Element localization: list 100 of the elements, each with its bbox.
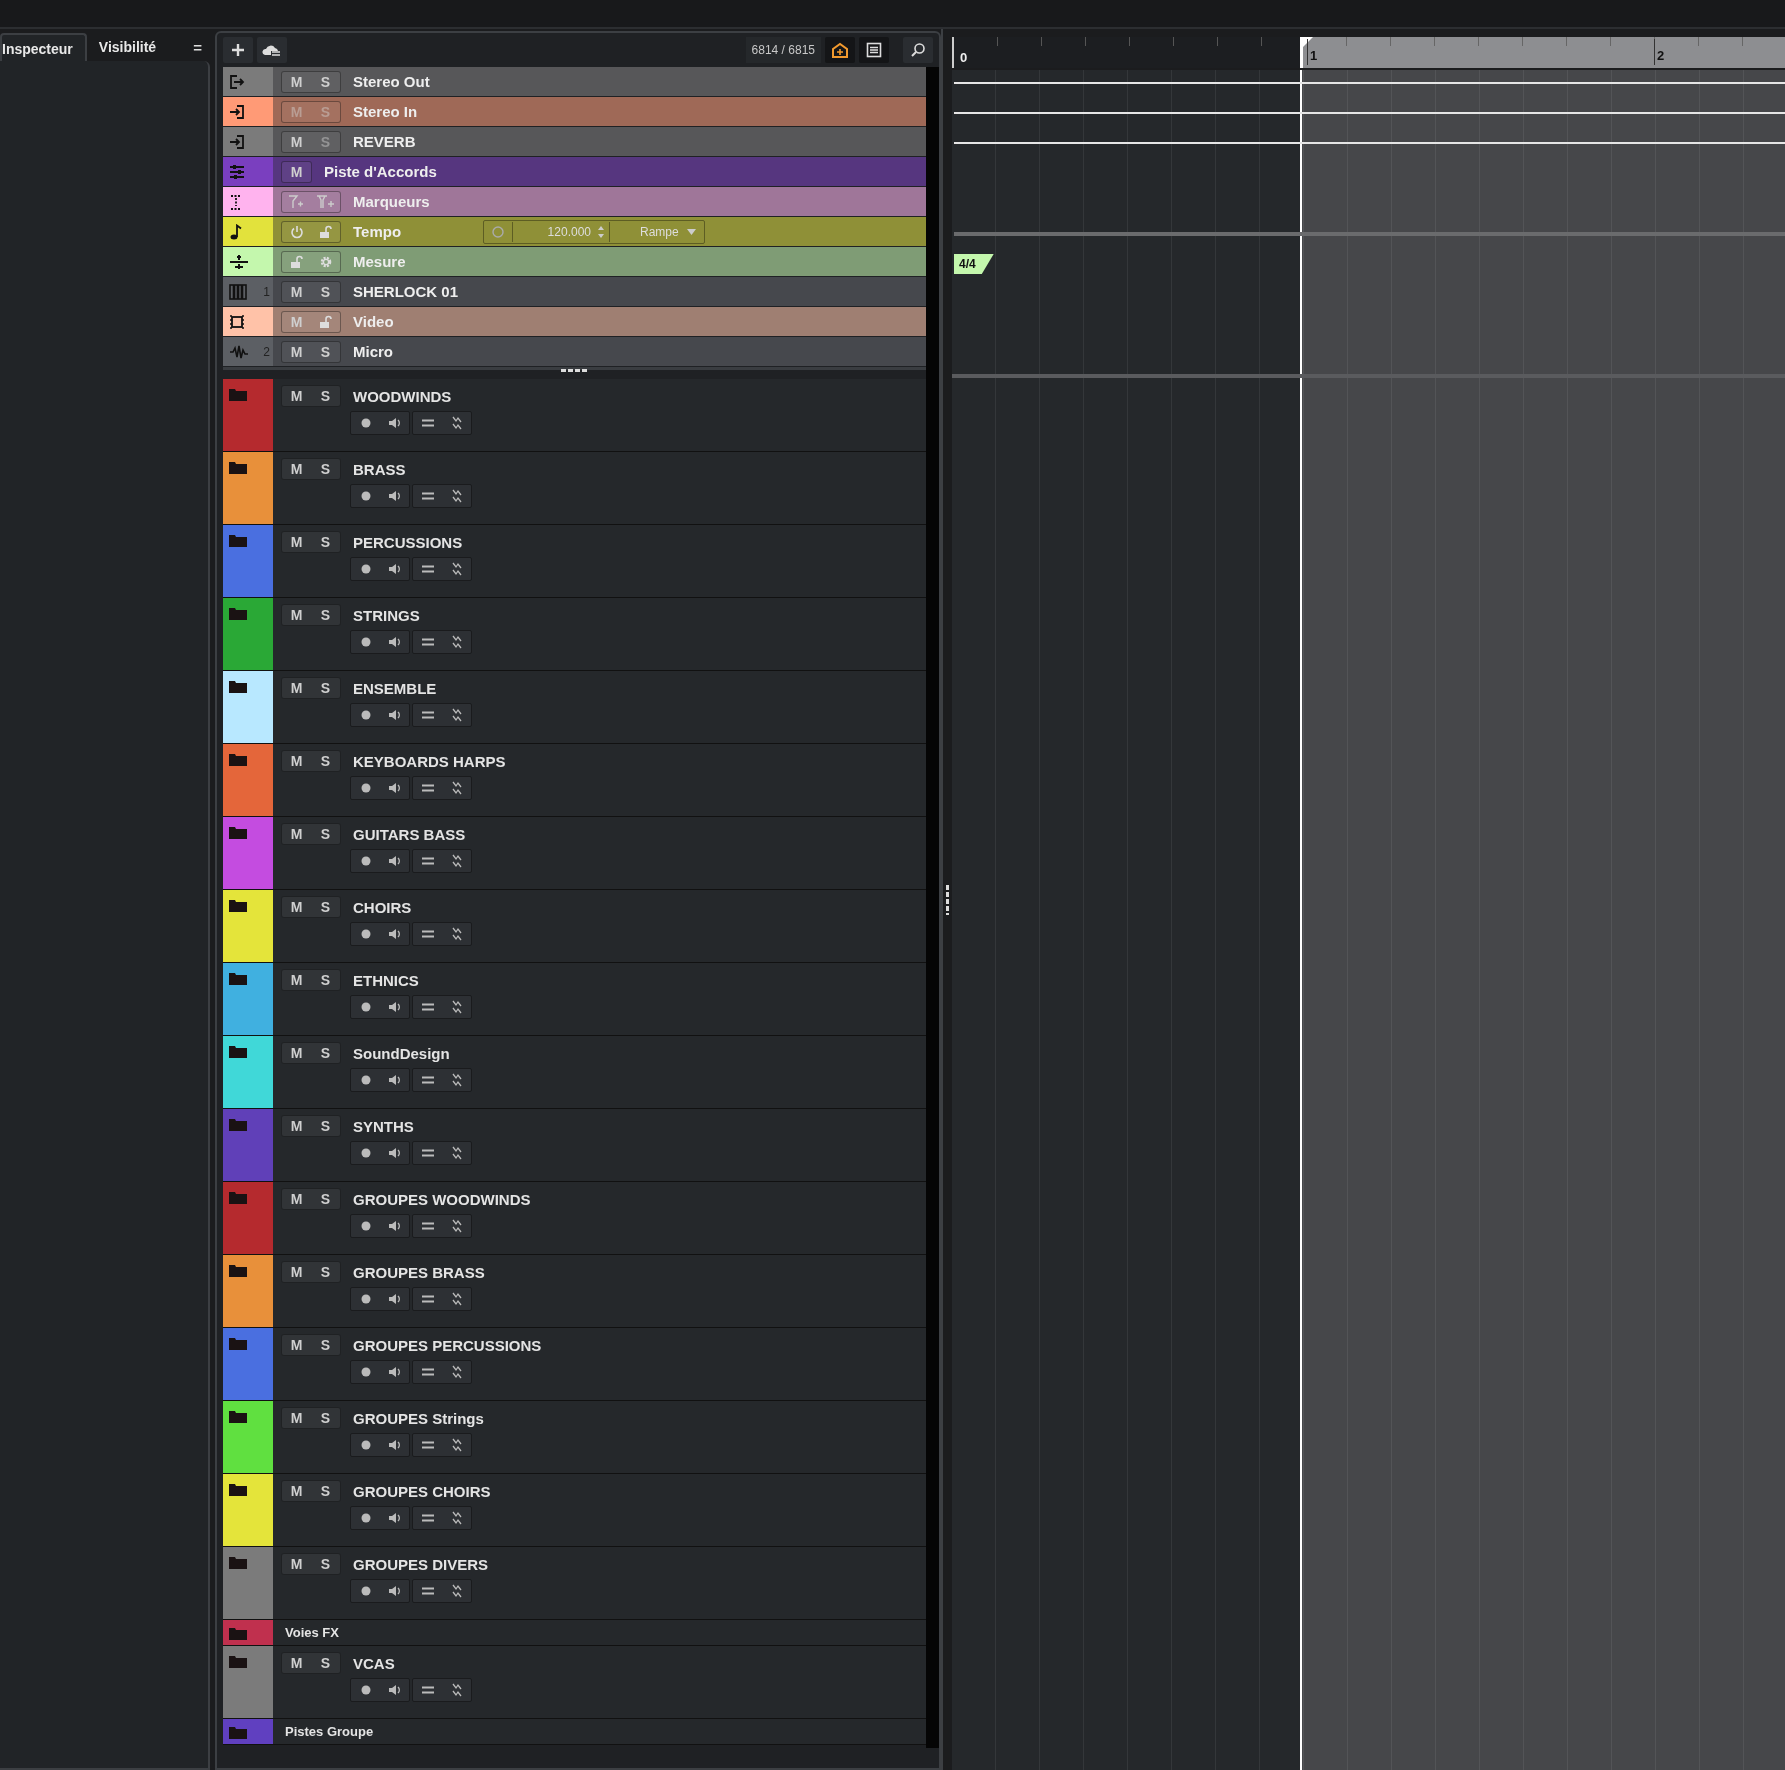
track-toggle-button[interactable]: M	[282, 824, 311, 844]
track-toggle-button[interactable]: M	[282, 1262, 311, 1282]
home-icon[interactable]	[825, 37, 855, 63]
track-toggle-button[interactable]: S	[311, 386, 340, 406]
folder-track-row[interactable]: M S ETHNICS	[223, 963, 926, 1036]
track-toggle-button[interactable]: S	[311, 71, 340, 92]
track-toggle-button[interactable]: S	[311, 1335, 340, 1355]
time-signature-marker[interactable]: 4/4	[954, 254, 994, 274]
track-toggle-button[interactable]: M	[282, 386, 311, 406]
folder-track-row[interactable]: M S GROUPES PERCUSSIONS	[223, 1328, 926, 1401]
track-toggle-button[interactable]: M	[282, 71, 311, 92]
track-toggle-button[interactable]: M	[282, 1554, 311, 1574]
panel-tab[interactable]: Visibilité	[86, 33, 169, 61]
track-row[interactable]: M Piste d'Accords	[223, 157, 926, 186]
track-toggle-button[interactable]: M	[282, 532, 311, 552]
track-toggle-button[interactable]: S	[311, 970, 340, 990]
track-name: GROUPES PERCUSSIONS	[353, 1336, 542, 1354]
marker-icon	[229, 193, 243, 210]
track-toggle-button[interactable]: S	[311, 678, 340, 698]
folder-track-row[interactable]: Pistes Groupe	[223, 1719, 926, 1745]
resize-handle[interactable]	[560, 368, 589, 372]
track-toggle-button[interactable]: M	[282, 1189, 311, 1209]
folder-track-row[interactable]: M S GUITARS BASS	[223, 817, 926, 890]
folder-icon	[229, 825, 247, 839]
track-row[interactable]: 2 M S Micro	[223, 337, 926, 366]
track-toggle-button[interactable]: S	[311, 1043, 340, 1063]
folder-track-row[interactable]: M S PERCUSSIONS	[223, 525, 926, 598]
panel-tab[interactable]: Inspecteur	[0, 33, 87, 61]
folder-track-row[interactable]: M S VCAS	[223, 1646, 926, 1719]
folder-icon	[229, 1654, 247, 1668]
track-number: 2	[263, 344, 270, 359]
resize-handle[interactable]	[946, 884, 949, 915]
track-toggle-button[interactable]: M	[282, 1653, 311, 1673]
track-toggle-button[interactable]: M	[282, 751, 311, 771]
track-toggle-button[interactable]: M	[282, 1408, 311, 1428]
timeline-ruler[interactable]: 0 1 2	[952, 37, 1785, 68]
track-name: Pistes Groupe	[285, 1724, 374, 1739]
track-toggle-button[interactable]: S	[311, 281, 340, 302]
track-toggle-button[interactable]: S	[311, 532, 340, 552]
track-toggle-button[interactable]: M	[282, 1481, 311, 1501]
track-toggle-button[interactable]: S	[311, 1116, 340, 1136]
track-toggle-button[interactable]: S	[311, 1189, 340, 1209]
arrange-area[interactable]: 4/4	[952, 70, 1785, 1770]
track-toggle-button[interactable]: S	[311, 1554, 340, 1574]
track-toggle-button[interactable]: M	[282, 281, 311, 302]
track-toggle-button[interactable]: S	[311, 459, 340, 479]
track-toggle-button[interactable]: M	[282, 1116, 311, 1136]
folder-track-row[interactable]: M S GROUPES CHOIRS	[223, 1474, 926, 1547]
signature-icon	[229, 253, 249, 270]
caret-icon	[686, 227, 696, 236]
folder-track-row[interactable]: M S GROUPES WOODWINDS	[223, 1182, 926, 1255]
track-toggle-button[interactable]: S	[311, 1653, 340, 1673]
track-row[interactable]: M S Stereo Out	[223, 67, 926, 96]
track-name: Stereo In	[353, 103, 419, 120]
track-row[interactable]: 1 M S SHERLOCK 01	[223, 277, 926, 306]
folder-track-row[interactable]: M S GROUPES BRASS	[223, 1255, 926, 1328]
waveform-icon	[229, 343, 249, 360]
track-name: GUITARS BASS	[353, 825, 466, 843]
track-name: GROUPES CHOIRS	[353, 1482, 491, 1500]
locator-icon	[1303, 37, 1313, 47]
folder-track-row[interactable]: Voies FX	[223, 1620, 926, 1646]
folder-track-row[interactable]: M S STRINGS	[223, 598, 926, 671]
track-toggle-button[interactable]: M	[282, 341, 311, 362]
cloud-icon[interactable]	[257, 37, 287, 63]
track-toggle-button[interactable]: M	[282, 131, 311, 152]
scrollbar[interactable]	[926, 67, 939, 1748]
track-toggle-button[interactable]: S	[311, 1408, 340, 1428]
track-toggle-button[interactable]: M	[282, 678, 311, 698]
track-toggle-button[interactable]: S	[311, 1481, 340, 1501]
track-toggle-button[interactable]: M	[282, 605, 311, 625]
track-toggle-button[interactable]: M	[282, 1335, 311, 1355]
menu-button[interactable]: =	[185, 33, 210, 61]
track-toggle-button[interactable]: S	[311, 751, 340, 771]
search-button[interactable]	[903, 37, 933, 63]
add-track-button[interactable]	[223, 37, 253, 63]
input-icon	[229, 133, 245, 150]
sliders-icon	[229, 163, 245, 180]
track-counter: 6814 / 6815	[745, 37, 821, 63]
track-toggle-button[interactable]: M	[282, 897, 311, 917]
track-toggle-button[interactable]: S	[311, 341, 340, 362]
track-toggle-button[interactable]: M	[282, 459, 311, 479]
folder-track-row[interactable]: M S SoundDesign	[223, 1036, 926, 1109]
track-toggle-button[interactable]: M	[282, 970, 311, 990]
folder-track-row[interactable]: M S SYNTHS	[223, 1109, 926, 1182]
folder-track-row[interactable]: M S ENSEMBLE	[223, 671, 926, 744]
track-toggle-button[interactable]: M	[282, 1043, 311, 1063]
track-toggle-button[interactable]: S	[311, 1262, 340, 1282]
folder-track-row[interactable]: M S WOODWINDS	[223, 379, 926, 452]
bar-number: 0	[960, 50, 968, 65]
folder-track-row[interactable]: M S GROUPES Strings	[223, 1401, 926, 1474]
track-toggle-button[interactable]: S	[311, 897, 340, 917]
track-toggle-button[interactable]: S	[311, 605, 340, 625]
folder-track-row[interactable]: M S BRASS	[223, 452, 926, 525]
list-icon[interactable]	[859, 37, 889, 63]
folder-track-row[interactable]: M S CHOIRS	[223, 890, 926, 963]
folder-track-row[interactable]: M S KEYBOARDS HARPS	[223, 744, 926, 817]
track-toggle-button[interactable]: M	[282, 161, 311, 182]
track-name: Marqueurs	[353, 193, 431, 210]
folder-track-row[interactable]: M S GROUPES DIVERS	[223, 1547, 926, 1620]
track-toggle-button[interactable]: S	[311, 824, 340, 844]
